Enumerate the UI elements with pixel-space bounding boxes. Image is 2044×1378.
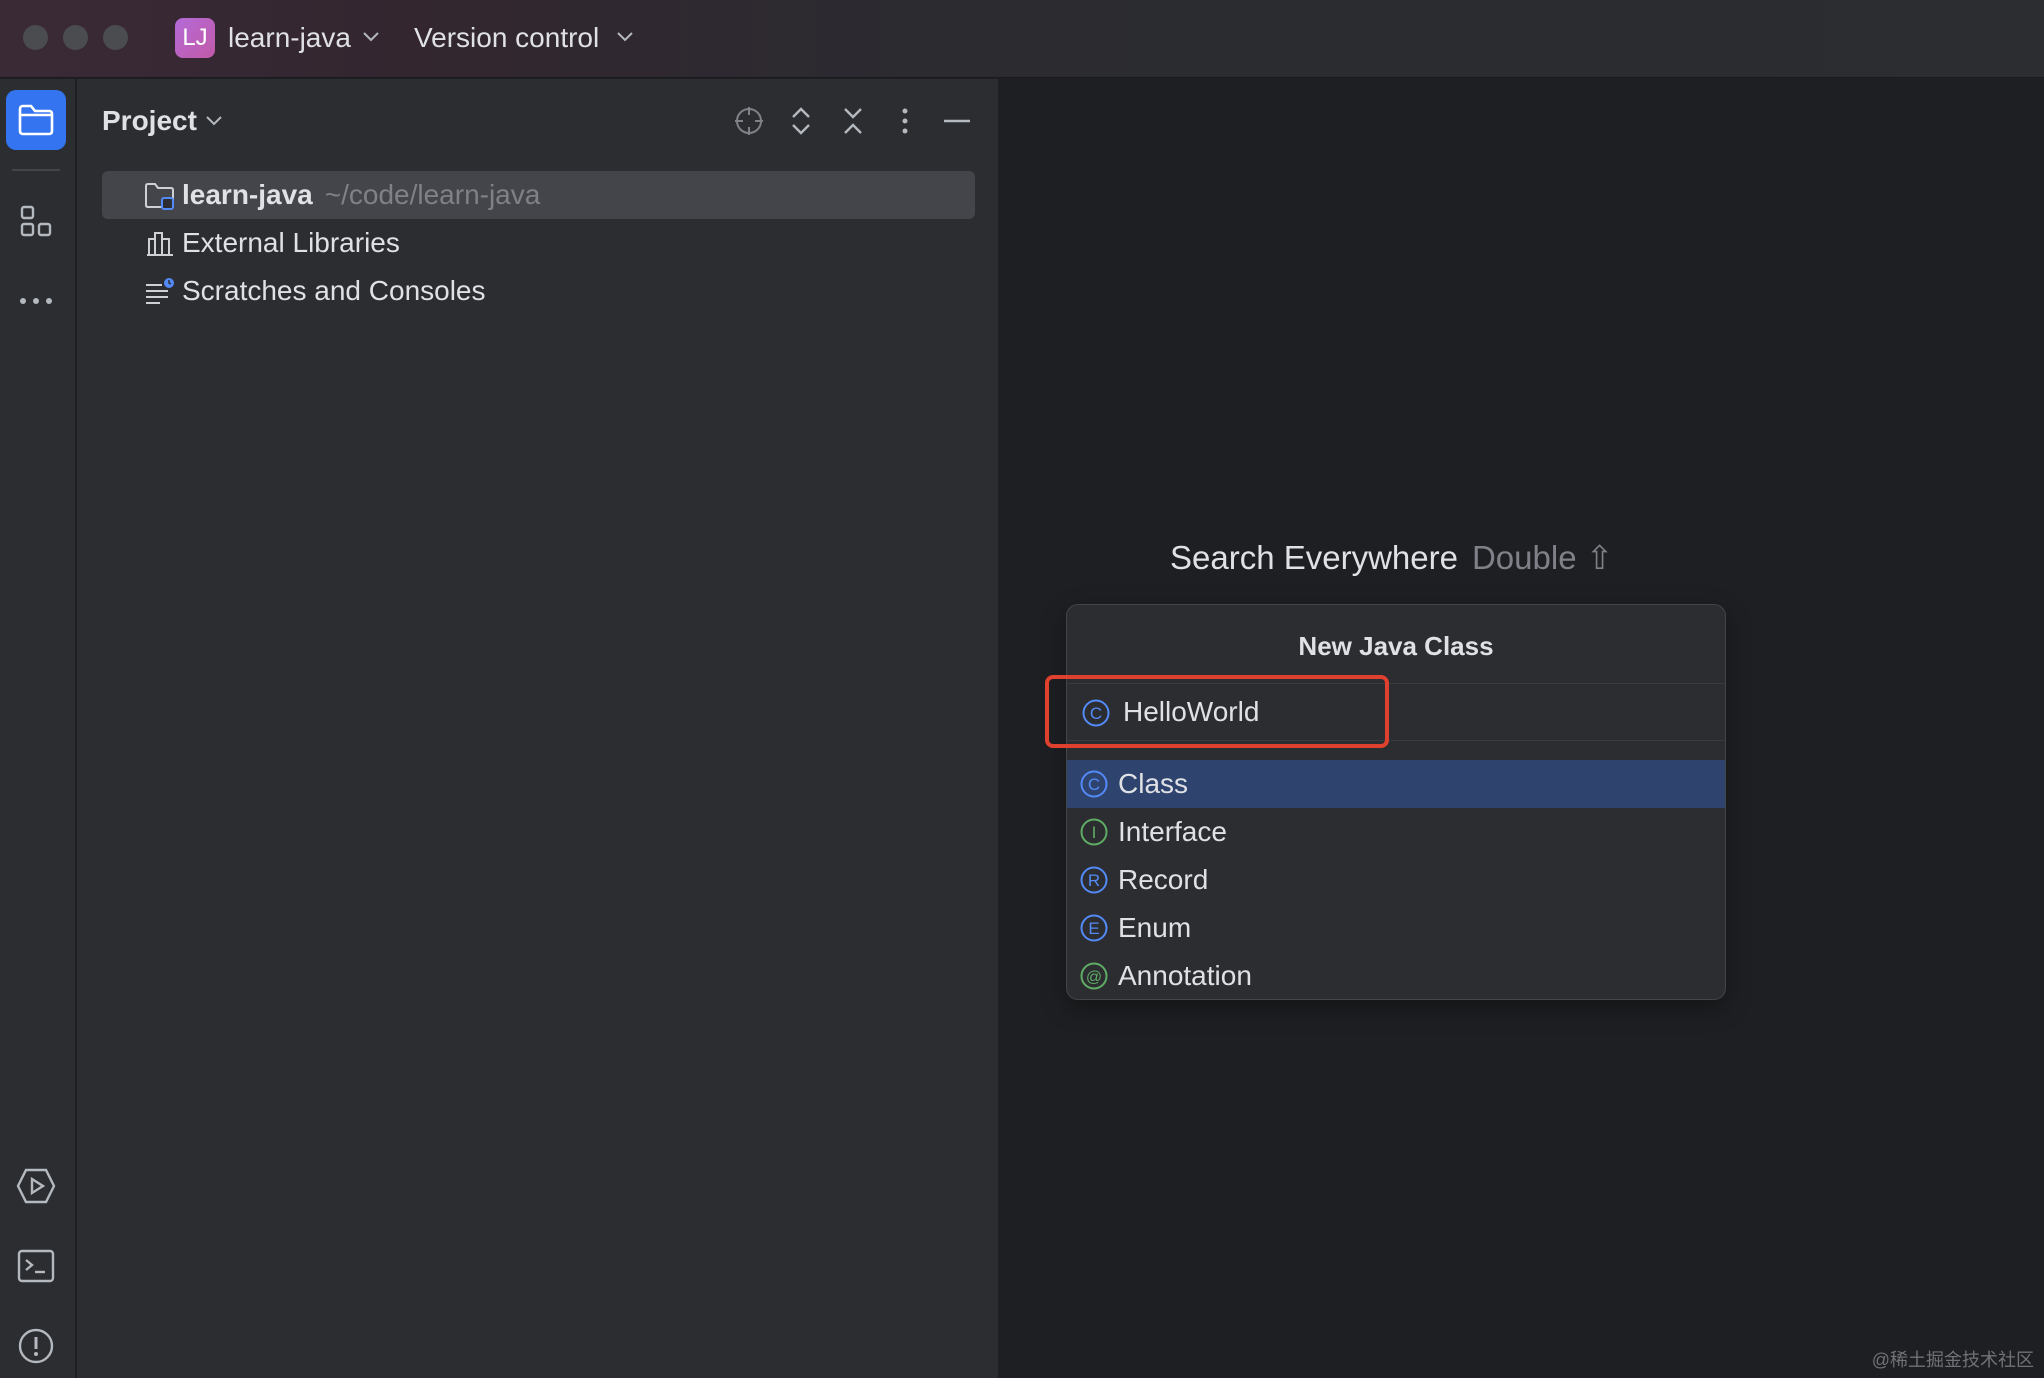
libraries-icon [147, 232, 173, 256]
tree-item-label: Scratches and Consoles [182, 275, 486, 306]
new-java-class-popup: New Java Class C C Class I Interface R R… [1066, 604, 1726, 1000]
collapse-all-button[interactable] [831, 99, 875, 143]
structure-icon [20, 205, 52, 237]
kind-item-enum[interactable]: E Enum [1067, 904, 1725, 952]
expand-all-button[interactable] [779, 99, 823, 143]
svg-text:R: R [1088, 871, 1100, 890]
hide-panel-button[interactable] [935, 99, 979, 143]
kind-label: Record [1118, 864, 1209, 895]
watermark: @稀土掘金技术社区 [1871, 1350, 2034, 1370]
run-tool-button[interactable] [12, 1162, 60, 1210]
chevron-down-icon[interactable] [205, 114, 223, 128]
problems-icon [18, 1328, 54, 1364]
project-panel: Project learn-java ~/code/learn-java Ext… [77, 79, 1000, 1378]
more-tools-button[interactable] [12, 277, 60, 325]
close-window-button[interactable] [23, 25, 48, 50]
version-control-menu[interactable]: Version control [414, 20, 599, 56]
project-avatar[interactable]: LJ [175, 18, 215, 58]
kind-label: Enum [1118, 912, 1192, 943]
toolstrip-divider [12, 169, 60, 171]
panel-title[interactable]: Project [102, 103, 197, 139]
chevron-down-icon[interactable] [616, 30, 634, 44]
svg-text:@: @ [1086, 969, 1102, 986]
tree-item-path: ~/code/learn-java [324, 179, 541, 210]
structure-tool-button[interactable] [12, 197, 60, 245]
collapse-all-icon [844, 108, 862, 134]
highlight-annotation [1045, 675, 1389, 748]
popup-title: New Java Class [1298, 631, 1494, 661]
kind-item-class[interactable]: C Class [1067, 760, 1725, 808]
options-button[interactable] [883, 99, 927, 143]
chevron-down-icon[interactable] [362, 30, 380, 44]
hint-shortcut: Double ⇧ [1471, 539, 1614, 576]
problems-tool-button[interactable] [12, 1322, 60, 1370]
kind-item-interface[interactable]: I Interface [1067, 808, 1725, 856]
kind-label: Interface [1118, 816, 1227, 847]
more-icon [20, 298, 52, 304]
tool-window-strip [0, 79, 76, 1378]
svg-text:I: I [1092, 823, 1097, 842]
scratches-icon [146, 278, 174, 304]
hint-text: Search Everywhere [1170, 539, 1458, 576]
class-icon: C [1080, 770, 1108, 798]
project-tool-button[interactable] [6, 90, 66, 150]
expand-all-icon [792, 107, 810, 135]
annotation-icon: @ [1080, 962, 1108, 990]
locate-icon [735, 107, 763, 135]
hide-icon [944, 119, 970, 123]
tree-item-learn-java[interactable]: learn-java ~/code/learn-java [102, 171, 975, 219]
terminal-tool-button[interactable] [12, 1242, 60, 1290]
interface-icon: I [1080, 818, 1108, 846]
module-folder-icon [145, 183, 174, 210]
project-selector[interactable]: learn-java [228, 20, 351, 56]
kind-item-record[interactable]: R Record [1067, 856, 1725, 904]
kind-label: Class [1118, 768, 1189, 799]
tree-item-label: learn-java [182, 179, 313, 210]
tree-item-external-libraries[interactable]: External Libraries [102, 219, 975, 267]
search-everywhere-hint: Search Everywhere Double ⇧ [1170, 536, 1613, 580]
tree-item-scratches[interactable]: Scratches and Consoles [102, 267, 975, 315]
locate-button[interactable] [727, 99, 771, 143]
svg-text:C: C [1088, 775, 1100, 794]
run-icon [16, 1168, 56, 1204]
options-icon [902, 108, 908, 134]
title-bar: LJ learn-java Version control [0, 0, 2044, 78]
minimize-window-button[interactable] [63, 25, 88, 50]
kind-item-annotation[interactable]: @ Annotation [1067, 952, 1725, 1000]
record-icon: R [1080, 866, 1108, 894]
folder-icon [18, 104, 54, 136]
tree-item-label: External Libraries [182, 227, 400, 258]
svg-text:E: E [1088, 919, 1099, 938]
terminal-icon [17, 1249, 55, 1283]
zoom-window-button[interactable] [103, 25, 128, 50]
kind-label: Annotation [1118, 960, 1252, 991]
enum-icon: E [1080, 914, 1108, 942]
